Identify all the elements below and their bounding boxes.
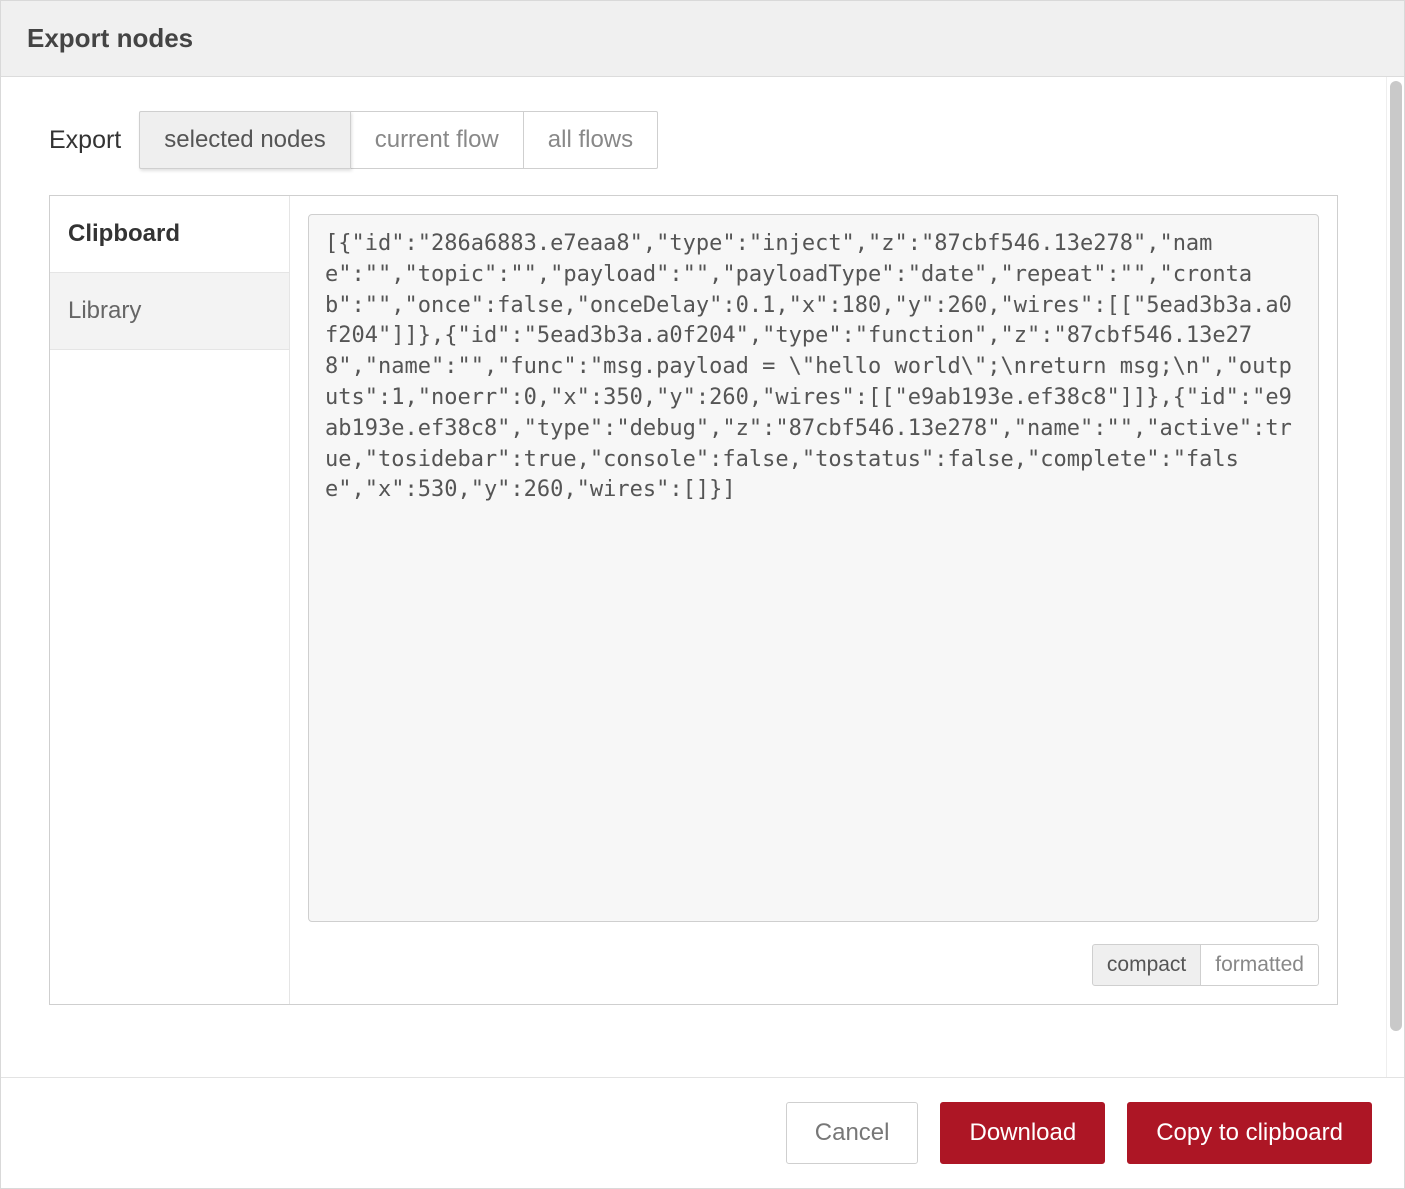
dialog-content: Export selected nodes current flow all f…: [1, 77, 1386, 1077]
download-button[interactable]: Download: [940, 1102, 1105, 1164]
sidebar-tab-clipboard[interactable]: Clipboard: [50, 196, 289, 273]
export-json-textarea[interactable]: [308, 214, 1319, 922]
format-toggle-row: compact formatted: [308, 944, 1319, 986]
copy-to-clipboard-button[interactable]: Copy to clipboard: [1127, 1102, 1372, 1164]
dialog-body: Export selected nodes current flow all f…: [1, 77, 1404, 1077]
scope-current-flow-button[interactable]: current flow: [350, 111, 524, 169]
export-label: Export: [49, 126, 121, 155]
sidebar-tab-library[interactable]: Library: [50, 273, 289, 350]
export-main-area: compact formatted: [290, 196, 1337, 1004]
destination-sidebar: Clipboard Library: [50, 196, 290, 1004]
scope-selected-nodes-button[interactable]: selected nodes: [139, 111, 350, 169]
dialog-title: Export nodes: [27, 23, 193, 53]
format-compact-button[interactable]: compact: [1092, 944, 1201, 986]
dialog-header: Export nodes: [1, 1, 1404, 77]
format-formatted-button[interactable]: formatted: [1200, 944, 1319, 986]
format-toggle-group: compact formatted: [1092, 944, 1319, 986]
cancel-button[interactable]: Cancel: [786, 1102, 919, 1164]
scrollbar-thumb[interactable]: [1390, 81, 1402, 1031]
export-dialog: Export nodes Export selected nodes curre…: [0, 0, 1405, 1189]
dialog-scrollbar[interactable]: [1386, 77, 1404, 1077]
export-scope-group: selected nodes current flow all flows: [139, 111, 658, 169]
export-panel: Clipboard Library compact formatted: [49, 195, 1338, 1005]
scope-all-flows-button[interactable]: all flows: [523, 111, 658, 169]
export-scope-row: Export selected nodes current flow all f…: [49, 111, 1338, 169]
dialog-footer: Cancel Download Copy to clipboard: [1, 1077, 1404, 1188]
